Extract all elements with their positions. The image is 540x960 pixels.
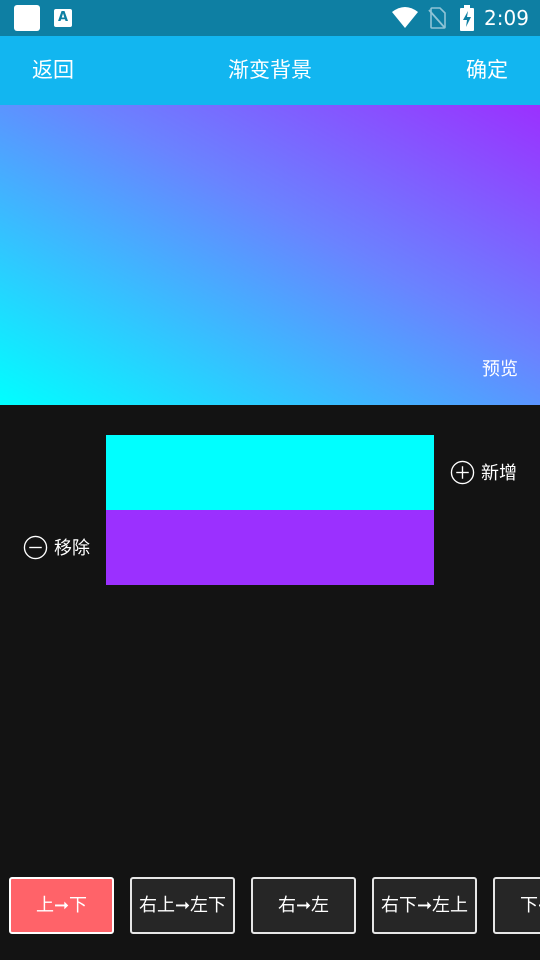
minus-circle-icon [23, 535, 48, 559]
direction-button-bottom-to-top[interactable]: 下➞上 [493, 877, 540, 934]
color-stops-list [106, 435, 434, 585]
direction-options: 上➞下 右上➞左下 右➞左 右下➞左上 下➞上 [0, 877, 540, 935]
status-time: 2:09 [484, 6, 529, 30]
no-sim-icon [428, 7, 446, 29]
toolbar: 渐变背景 返回 确定 [0, 36, 540, 105]
direction-button-right-to-left[interactable]: 右➞左 [251, 877, 356, 934]
direction-button-topright-to-bottomleft[interactable]: 右上➞左下 [130, 877, 235, 934]
app-square-icon [14, 5, 40, 31]
direction-button-bottomright-to-topleft[interactable]: 右下➞左上 [372, 877, 477, 934]
remove-color-button[interactable]: 移除 [23, 533, 90, 561]
preview-label: 预览 [482, 359, 518, 380]
status-bar: A 2:09 [0, 0, 540, 36]
color-stop-swatch[interactable] [106, 435, 434, 510]
wifi-icon [392, 7, 418, 28]
confirm-button[interactable]: 确定 [452, 36, 522, 105]
back-button[interactable]: 返回 [18, 36, 88, 105]
direction-button-top-to-bottom[interactable]: 上➞下 [9, 877, 114, 934]
add-color-label: 新增 [481, 463, 517, 484]
accessibility-a-icon: A [54, 9, 72, 27]
color-stop-swatch[interactable] [106, 510, 434, 585]
battery-charging-icon [460, 5, 474, 31]
add-color-button[interactable]: 新增 [450, 458, 517, 486]
plus-circle-icon [450, 460, 475, 484]
gradient-preview: 预览 [0, 105, 540, 405]
remove-color-label: 移除 [54, 538, 90, 559]
